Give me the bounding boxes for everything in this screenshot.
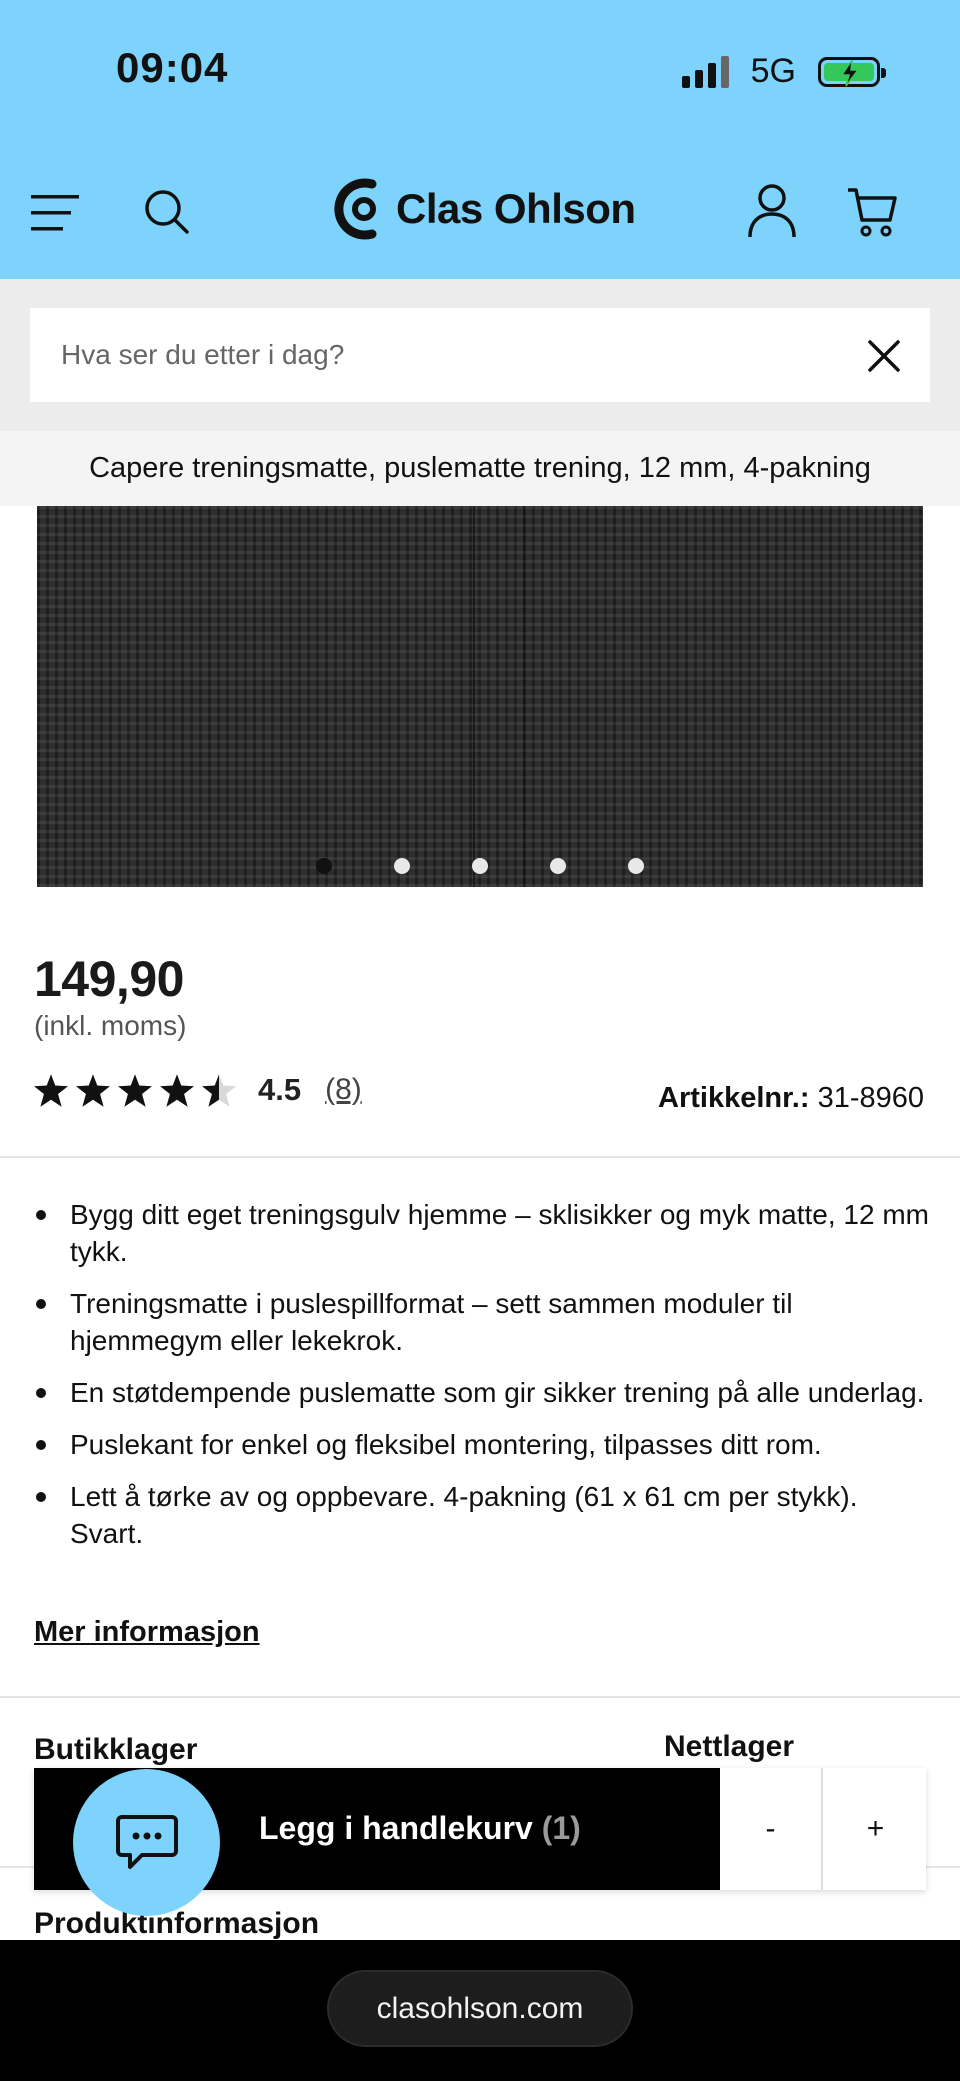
article-number-value: 31-8960 <box>817 1082 924 1114</box>
product-title-bar: Capere treningsmatte, puslematte trening… <box>0 431 960 506</box>
search-area <box>0 279 960 431</box>
store-stock-heading[interactable]: Butikklager <box>34 1733 197 1767</box>
close-icon[interactable] <box>868 340 900 372</box>
logo-text: Clas Ohlson <box>396 185 636 232</box>
increase-quantity-button[interactable]: + <box>825 1768 926 1890</box>
browser-bottom-bar: clasohlson.com <box>0 1940 960 2081</box>
product-price: 149,90 <box>34 951 184 1007</box>
address-bar[interactable]: clasohlson.com <box>327 1970 633 2047</box>
product-info-heading[interactable]: Produktinformasjon <box>34 1907 319 1941</box>
gallery-dot[interactable] <box>550 858 566 874</box>
highlight-item: En støtdempende puslematte som gir sikke… <box>36 1374 930 1411</box>
status-indicators: 5G <box>681 52 886 91</box>
product-title: Capere treningsmatte, puslematte trening… <box>89 452 871 484</box>
star-icon <box>34 1073 68 1107</box>
battery-icon <box>818 56 886 87</box>
online-stock-heading[interactable]: Nettlager <box>664 1730 794 1764</box>
status-time: 09:04 <box>116 44 229 91</box>
vat-note: (inkl. moms) <box>34 1010 187 1041</box>
star-icon <box>118 1073 152 1107</box>
highlight-item: Lett å tørke av og oppbevare. 4-pakning … <box>36 1478 930 1552</box>
product-image-seam <box>473 506 525 887</box>
highlight-item: Puslekant for enkel og fleksibel monteri… <box>36 1426 930 1463</box>
rating-value: 4.5 <box>258 1072 302 1107</box>
highlight-item: Bygg ditt eget treningsgulv hjemme – skl… <box>36 1196 930 1270</box>
gallery-dot[interactable] <box>472 858 488 874</box>
gallery-dot[interactable] <box>628 858 644 874</box>
search-box <box>30 308 930 402</box>
add-to-cart-text: Legg i handlekurv <box>259 1810 533 1846</box>
account-icon[interactable] <box>748 183 796 239</box>
article-number-label: Artikkelnr.: <box>658 1082 810 1114</box>
more-info-link[interactable]: Mer informasjon <box>34 1616 260 1649</box>
rating-stars <box>34 1073 236 1107</box>
logo-mark-icon <box>334 178 377 240</box>
gallery-dot[interactable] <box>394 858 410 874</box>
highlight-item: Treningsmatte i puslespillformat – sett … <box>36 1285 930 1359</box>
url-text: clasohlson.com <box>376 1991 584 2025</box>
product-rating: 4.5 (8) <box>34 1072 362 1108</box>
gallery-pagination <box>37 858 923 874</box>
chat-icon <box>115 1814 178 1869</box>
chat-button[interactable] <box>73 1769 220 1916</box>
product-highlights: Bygg ditt eget treningsgulv hjemme – skl… <box>36 1196 930 1567</box>
search-input[interactable] <box>61 308 841 402</box>
network-type: 5G <box>750 52 796 90</box>
search-icon[interactable] <box>143 188 189 234</box>
divider <box>0 1696 960 1698</box>
article-number: Artikkelnr.: 31-8960 <box>658 1082 924 1115</box>
clas-ohlson-logo[interactable]: Clas Ohlson <box>334 178 636 240</box>
cart-quantity: (1) <box>541 1810 581 1846</box>
half-star-icon <box>202 1073 236 1107</box>
signal-icon <box>681 55 729 88</box>
divider <box>0 1156 960 1158</box>
product-image-gallery[interactable] <box>37 506 923 887</box>
cart-icon[interactable] <box>846 186 898 238</box>
star-icon <box>76 1073 110 1107</box>
decrease-quantity-button[interactable]: - <box>720 1768 823 1890</box>
menu-icon[interactable] <box>31 195 79 231</box>
add-to-cart-label: Legg i handlekurv (1) <box>259 1810 581 1847</box>
app-header: 09:04 5G Clas Ohlson <box>0 0 960 279</box>
star-icon <box>160 1073 194 1107</box>
gallery-dot[interactable] <box>316 858 332 874</box>
review-count-link[interactable]: (8) <box>325 1073 362 1107</box>
